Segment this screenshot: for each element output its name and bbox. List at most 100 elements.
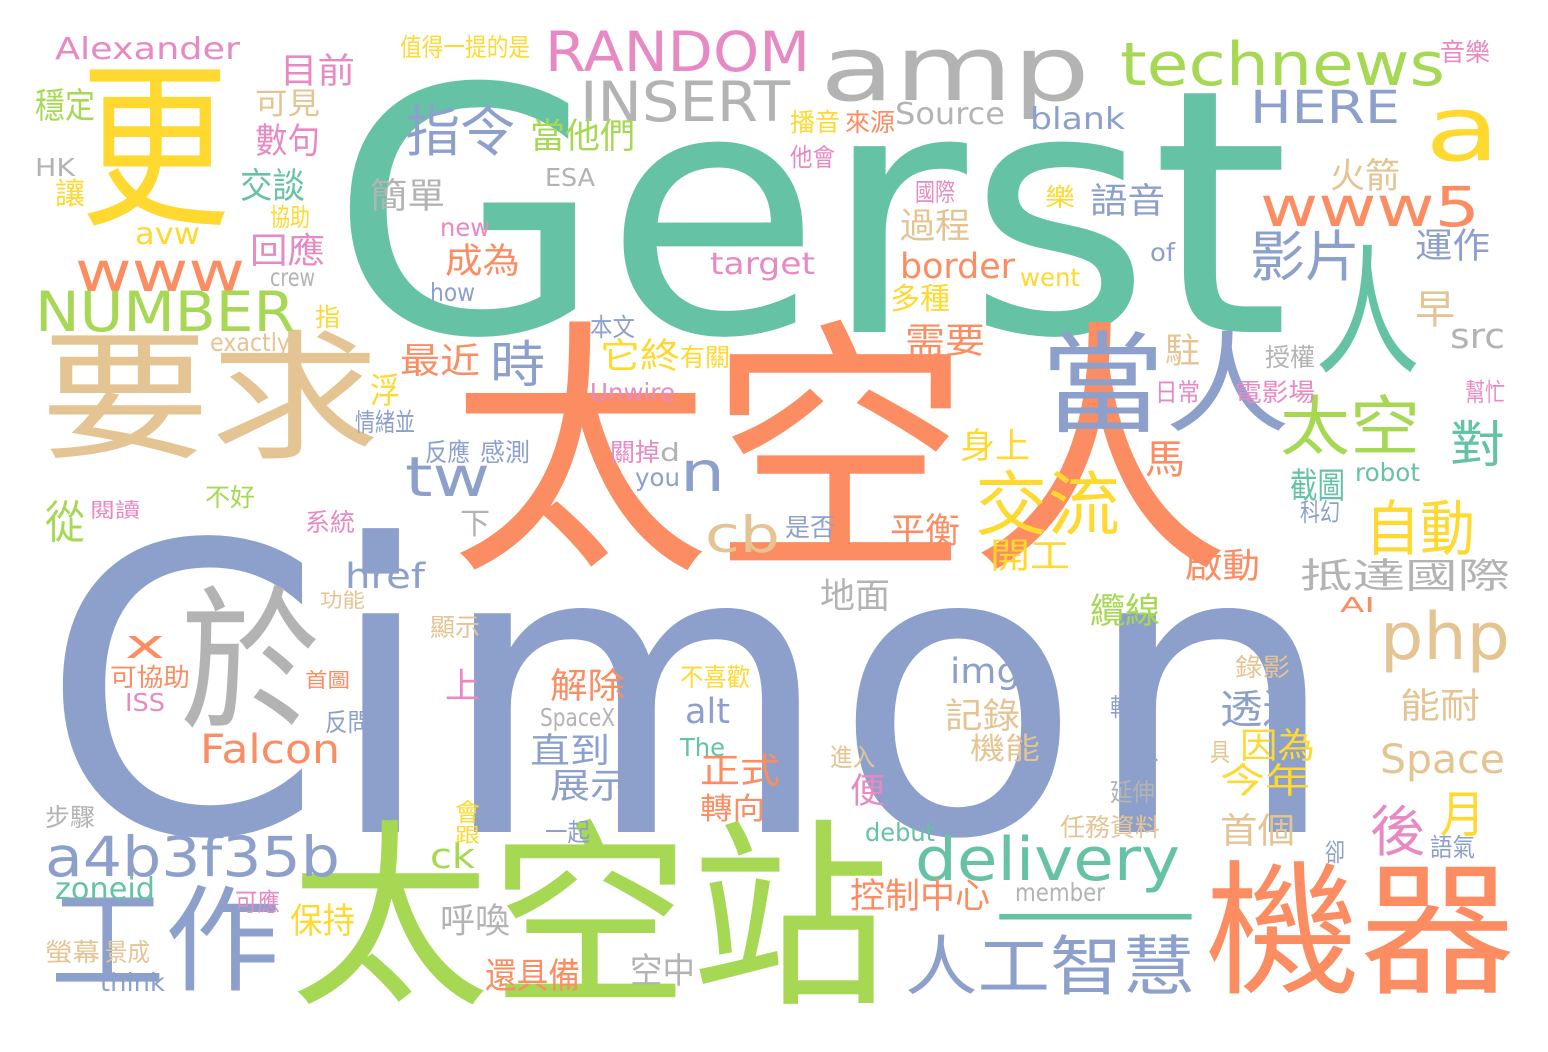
cloud-word: 本文	[590, 313, 636, 342]
cloud-word: 情緒並	[355, 408, 416, 437]
cloud-word: 反問	[325, 708, 371, 737]
cloud-word: 關掉	[610, 438, 661, 467]
cloud-word: 具	[1210, 738, 1231, 767]
cloud-word: img	[950, 652, 1021, 692]
cloud-word: 不喜歡	[680, 663, 750, 692]
cloud-word: 交談	[240, 167, 305, 207]
cloud-word: 記錄	[945, 697, 1020, 737]
cloud-word: 指	[315, 303, 340, 332]
cloud-word: 只	[1125, 732, 1161, 767]
cloud-word: 開工	[990, 537, 1071, 577]
cloud-word: how	[430, 278, 475, 307]
cloud-word: d	[660, 438, 681, 467]
cloud-word: ISS	[125, 688, 165, 717]
cloud-word: 從	[45, 496, 86, 549]
cloud-word: 纜線	[1090, 592, 1161, 632]
cloud-word: 解除	[550, 667, 625, 707]
cloud-word: border	[900, 247, 1015, 287]
cloud-word: 馬	[1145, 437, 1185, 483]
cloud-word: 更	[80, 45, 230, 254]
cloud-word: Alexander	[55, 32, 241, 67]
cloud-word: 音樂	[1440, 38, 1491, 67]
cloud-word: 過程	[900, 207, 971, 247]
cloud-word: 任務資料	[1060, 813, 1161, 842]
cloud-word: 值得一提的是	[400, 33, 531, 62]
cloud-word: 後	[1370, 800, 1426, 864]
cloud-word: 可應	[235, 888, 281, 917]
cloud-word: 閱讀	[90, 498, 140, 522]
word-cloud: Cimon Gerst 太空人 太空站 要求更 amp 機器一於當人 a 人工作 technews…	[0, 0, 1548, 1052]
cloud-word: 最近	[400, 342, 481, 382]
cloud-word: SpaceX	[540, 703, 616, 732]
cloud-word: AI	[1340, 593, 1375, 617]
cloud-word: 簡單	[370, 177, 445, 217]
cloud-word: 播音	[790, 108, 841, 137]
cloud-word: robot	[1355, 458, 1421, 487]
cloud-word: 平衡	[890, 512, 961, 552]
cloud-word: 來源	[845, 108, 896, 137]
cloud-word: of	[1150, 238, 1176, 267]
cloud-word: 太空站	[290, 803, 891, 1036]
cloud-word: 轉向	[700, 792, 765, 827]
cloud-word: 上	[445, 667, 481, 707]
cloud-word: 呼喚	[440, 902, 511, 942]
cloud-word: x	[125, 622, 166, 668]
cloud-word: 需要	[905, 322, 986, 362]
cloud-word: 人工智慧	[905, 930, 1195, 1005]
cloud-word: src	[1450, 317, 1505, 357]
cloud-word: 科幻	[1300, 498, 1341, 527]
cloud-word: The	[680, 733, 726, 762]
cloud-word: HERE	[1250, 81, 1401, 134]
cloud-word: 首個	[1220, 812, 1295, 852]
cloud-word: 語音	[1090, 182, 1165, 222]
cloud-word: n	[680, 440, 726, 504]
cloud-word: 時	[490, 336, 545, 394]
cloud-word: 不好	[205, 483, 256, 512]
cloud-word: 影片	[1250, 225, 1361, 289]
cloud-word: new	[440, 213, 490, 242]
cloud-word: Space	[1380, 737, 1505, 783]
cloud-word: Unwire	[590, 378, 676, 407]
cloud-word: 讓	[55, 177, 85, 212]
cloud-word: 透過	[1220, 687, 1306, 733]
cloud-word: think	[100, 968, 165, 997]
cloud-word: 它終	[600, 337, 681, 377]
cloud-word: 身上	[960, 427, 1031, 467]
cloud-word: 電影場	[1235, 378, 1315, 407]
cloud-word: 他會	[790, 143, 836, 172]
cloud-word: 國際	[915, 178, 956, 207]
cloud-word: you	[635, 463, 681, 492]
cloud-word: 進入	[830, 743, 876, 772]
cloud-word: 卻	[1325, 838, 1346, 867]
cloud-word: HK	[35, 153, 75, 182]
cloud-word: 機能	[970, 732, 1041, 767]
cloud-word: went	[1020, 263, 1081, 292]
cloud-word: 可協助	[110, 663, 190, 692]
cloud-word: 授權	[1265, 343, 1316, 372]
cloud-word: 協助	[270, 203, 311, 232]
cloud-word: 地面	[820, 577, 891, 617]
cloud-word: 運作	[1415, 227, 1490, 267]
cloud-word: 會	[455, 798, 480, 827]
cloud-word: 系統	[305, 508, 356, 537]
cloud-word: exactly	[210, 328, 290, 357]
cloud-word: 自動	[1365, 495, 1476, 565]
cloud-word: member	[1015, 878, 1105, 907]
cloud-word: 多種	[890, 282, 950, 317]
cloud-word: Falcon	[200, 727, 340, 773]
cloud-word: 空中	[630, 952, 695, 992]
cloud-word: debut	[865, 818, 936, 847]
cloud-word: php	[1380, 600, 1511, 675]
cloud-word: 螢幕	[45, 938, 101, 967]
cloud-word: 延伸	[1110, 778, 1156, 807]
cloud-word: 樂	[1045, 183, 1075, 212]
cloud-word: 能耐	[1400, 687, 1481, 727]
cloud-word: 成為	[445, 242, 520, 282]
cloud-word: 控制中心	[850, 877, 991, 917]
cloud-word: 功能	[320, 588, 365, 612]
cloud-word: avw	[135, 217, 200, 252]
cloud-word: 駐	[1165, 332, 1201, 372]
cloud-word: 交流	[975, 464, 1121, 546]
cloud-word: ESA	[545, 163, 596, 192]
cloud-word: 反應	[425, 438, 471, 467]
